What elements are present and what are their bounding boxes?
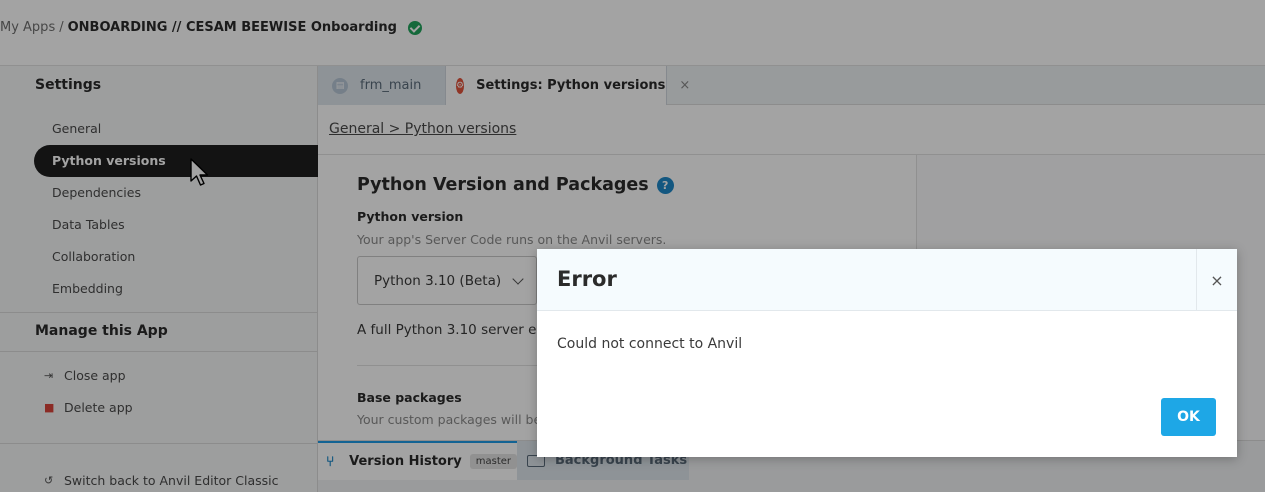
close-icon[interactable]: ×: [1196, 249, 1237, 311]
error-dialog: Error × Could not connect to Anvil OK: [537, 249, 1237, 457]
dialog-header: Error ×: [537, 249, 1237, 311]
dialog-title: Error: [557, 267, 617, 291]
ok-button[interactable]: OK: [1161, 398, 1216, 436]
dialog-message: Could not connect to Anvil: [557, 336, 743, 352]
